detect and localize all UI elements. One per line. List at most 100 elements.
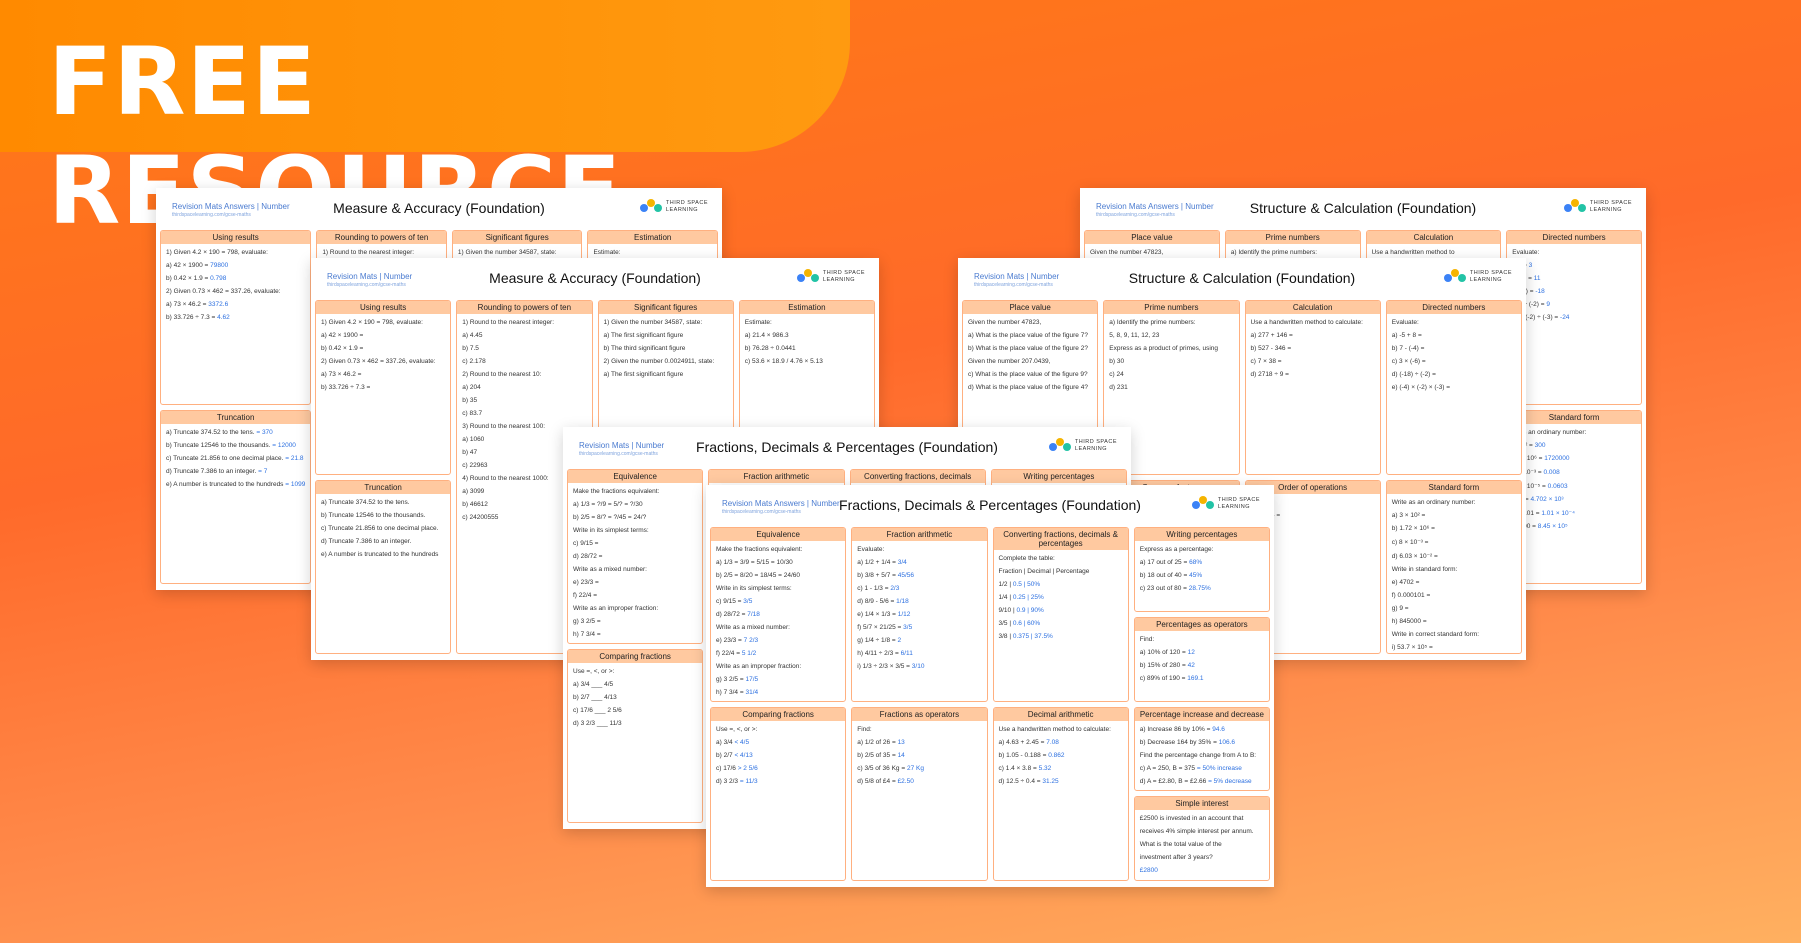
question-line: a) 73 × 46.2 = 3372.6 (166, 301, 305, 308)
answer-text: 0.25 | 25% (1012, 594, 1044, 601)
question-text: b) 33.726 ÷ 7.3 = (321, 384, 371, 391)
question-text: a) 42 × 1900 = (321, 332, 364, 339)
question-text: c) 3 × (-6) = (1391, 358, 1426, 365)
question-line: b) 527 - 346 = (1251, 345, 1375, 352)
question-line: Use =, <, or >: (573, 668, 697, 675)
topic-heading: Calculation (1245, 301, 1380, 314)
question-line: Estimate: (745, 319, 869, 326)
question-line: a) 42 × 1900 = (321, 332, 445, 339)
question-line: d) 28/72 = 7/18 (716, 611, 840, 618)
question-text: c) 53.6 × 18.9 / 4.76 × 5.13 (744, 358, 823, 365)
question-text: f) 22/4 = (716, 650, 741, 657)
question-text: Evaluate: (1391, 319, 1419, 326)
question-text: b) What is the place value of the figure… (968, 345, 1088, 352)
question-line: Estimate: (593, 249, 712, 256)
question-text: c) A = 250, B = 375 (1139, 764, 1196, 772)
answer-text: 0.375 | 37.5% (1012, 633, 1053, 640)
question-text: What is the total value of the (1139, 841, 1222, 849)
question-text: b) 30 (1109, 358, 1125, 365)
answer-text: 14 (897, 751, 905, 759)
topic-box: Using results 1) Given 4.2 × 190 = 798, e… (315, 300, 452, 475)
question-text: a) 73 × 46.2 = (321, 371, 362, 378)
answer-text: < 4/13 (734, 751, 753, 759)
question-text: h) 4/11 ÷ 2/3 = (857, 650, 899, 657)
answer-text: £2.50 (897, 777, 914, 785)
question-text: d) 6.03 × 10⁻² = (1391, 552, 1438, 560)
question-line: b) 33.726 ÷ 7.3 = 4.62 (166, 314, 305, 321)
question-text: Fraction | Decimal | Percentage (998, 568, 1090, 575)
question-line: e) 23/3 = 7 2/3 (716, 637, 840, 644)
question-line: Write in correct standard form: (1392, 631, 1516, 638)
question-line: b) 3/8 + 5/7 = 45/56 (857, 572, 981, 579)
question-line: b) 2/7 ___ 4/13 (573, 694, 697, 701)
question-line: £2800 (1140, 867, 1264, 874)
topic-body: 1) Given the number 34587, state: a) The … (599, 314, 733, 387)
question-line: h) 4/11 ÷ 2/3 = 6/11 (857, 650, 981, 657)
question-line: f) 5/7 × 21/25 = 3/5 (857, 624, 981, 631)
question-line: h) 845000 = (1392, 618, 1516, 625)
question-text: b) 2/5 = 8/20 = 18/45 = 24/60 (716, 572, 801, 579)
question-line: h) 7 3/4 = 31/4 (716, 689, 840, 696)
question-line: c) 1 - 1/3 = 2/3 (857, 585, 981, 592)
question-text: a) The first significant figure (603, 332, 684, 339)
logo-icon (1191, 496, 1214, 512)
answer-text: = 11/3 (739, 777, 758, 785)
question-line: d) 12.5 ÷ 0.4 = 31.25 (999, 778, 1123, 785)
mat-column: Writing percentagesExpress as a percenta… (1133, 527, 1270, 881)
question-line: a) 4.45 (462, 332, 586, 339)
question-line: d) 3 2/3 = 11/3 (716, 778, 840, 785)
question-line: Write as an ordinary number: (1392, 499, 1516, 506)
topic-heading: Writing percentages (1134, 528, 1269, 541)
topic-heading: Estimation (588, 231, 717, 244)
question-text: Write in standard form: (1391, 565, 1458, 573)
mat-header: Revision Mats Answers | Number thirdspace… (706, 485, 1274, 525)
topic-heading: Truncation (161, 410, 311, 424)
answer-text: 2 (897, 637, 902, 644)
topic-box: Standard form Write as an ordinary number… (1385, 479, 1522, 654)
question-text: c) 23 out of 80 = (1139, 585, 1187, 592)
question-text: c) Truncate 21.856 to one decimal place. (321, 524, 439, 532)
answer-text: 300 (1534, 441, 1546, 449)
topic-body: Make the fractions equivalent: a) 1/3 = ?… (568, 483, 702, 643)
answer-text: 0.798 (210, 275, 227, 282)
question-text: c) 17/6 (716, 764, 736, 772)
topic-box: Directed numbers Evaluate: ÷ 8 = 3 - (-4) =… (1506, 230, 1642, 405)
question-line: receives 4% simple interest per annum. (1140, 828, 1264, 835)
question-line: a) 1/2 + 1/4 = 3/4 (857, 559, 981, 566)
question-text: c) 89% of 190 = (1139, 674, 1186, 682)
answer-text: 5.32 (1038, 764, 1052, 772)
question-line: g) 9 = (1392, 605, 1516, 612)
logo-line-1: THIRD SPACE (822, 270, 865, 276)
mat-column: Directed numbers Evaluate: a) -5 + 8 = b) 7… (1385, 300, 1522, 654)
answer-text: 17/5 (745, 676, 759, 683)
question-line: a) 3/4 ___ 4/5 (573, 681, 697, 688)
question-line: 2) Given 0.73 × 462 = 337.26, evaluate: (321, 358, 445, 365)
question-text: 5, 8, 9, 11, 12, 23 (1109, 332, 1160, 339)
question-line: g) 1/4 ÷ 1/8 = 2 (857, 637, 981, 644)
topic-heading: Fractions as operators (852, 707, 987, 721)
question-line: 45000 = 8.45 × 10⁵ (1512, 523, 1636, 530)
question-line: c) 7 × 38 = (1251, 358, 1375, 365)
answer-text: = 370 (256, 428, 273, 436)
question-line: Given the number 47823, (1090, 249, 1214, 256)
question-text: c) What is the place value of the figure… (968, 371, 1088, 378)
question-text: a) 1/3 = ?/9 = 5/? = ?/30 (573, 501, 643, 508)
question-text: Write as an ordinary number: (1391, 498, 1476, 506)
topic-body: Use =, <, or >: a) 3/4 < 4/5 b) 2/7 < 4/13… (711, 721, 845, 794)
question-line: a) What is the place value of the figure… (968, 332, 1092, 339)
question-line: ÷ 8 = 3 (1512, 262, 1636, 269)
question-text: c) 3/5 of 36 Kg = (857, 764, 906, 772)
question-text: d) (-18) ÷ (-2) = (1391, 371, 1436, 378)
question-line: b) 18 out of 40 = 45% (1140, 572, 1264, 579)
logo-line-2: LEARNING (1469, 277, 1503, 283)
question-line: b) What is the place value of the figure… (968, 345, 1092, 352)
answer-text: 79800 (210, 262, 229, 269)
answer-text: 1/18 (896, 598, 909, 605)
answer-text: 106.6 (1218, 738, 1235, 746)
logo-text: THIRD SPACE LEARNING (1470, 270, 1512, 284)
answer-text: 0.008 (1543, 468, 1560, 476)
question-line: c) 8 × 10⁻³ = (1392, 538, 1516, 546)
question-text: b) 15% of 280 = (1139, 661, 1186, 669)
answer-text: = 7 (258, 467, 268, 475)
topic-heading: Converting fractions, decimals & percent… (993, 528, 1128, 550)
